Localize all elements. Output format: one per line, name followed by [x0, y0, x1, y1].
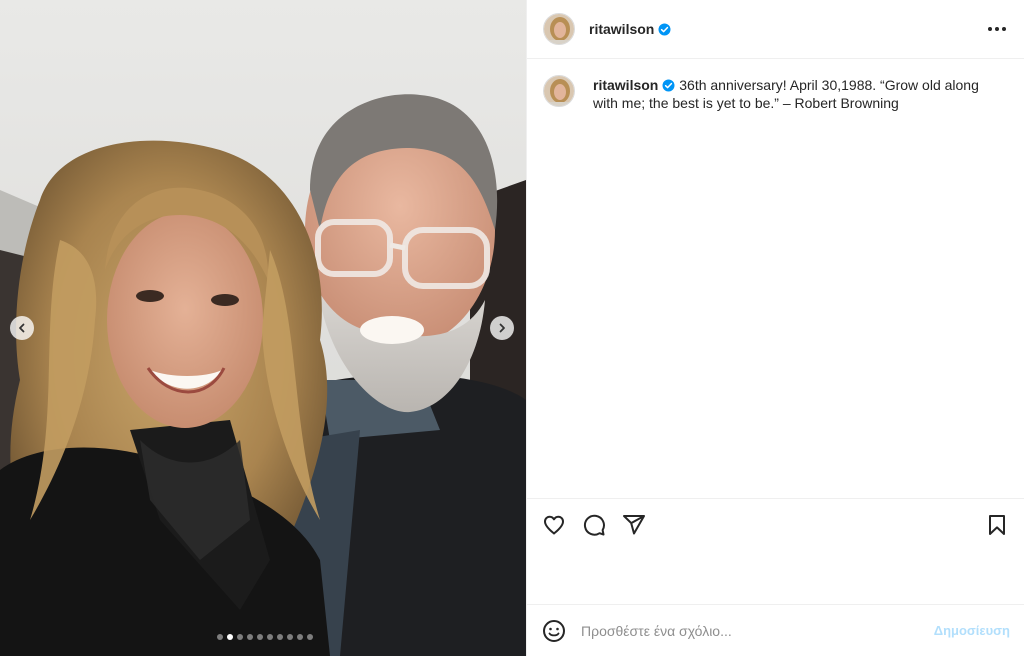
carousel-dot [307, 634, 313, 640]
caption-text: ritawilson 36th anniversary! April 30,19… [593, 76, 993, 112]
caption: ritawilson 36th anniversary! April 30,19… [543, 75, 1008, 112]
username[interactable]: ritawilson [589, 21, 671, 37]
post-comment-button[interactable]: Δημοσίευση [934, 623, 1010, 638]
carousel-dot [277, 634, 283, 640]
post-header: ritawilson [527, 0, 1024, 59]
carousel-dot [247, 634, 253, 640]
comment-icon [583, 514, 605, 536]
caption-username[interactable]: ritawilson [593, 77, 675, 93]
post-photo [0, 0, 526, 656]
previous-slide-button[interactable] [10, 316, 34, 340]
post-media[interactable] [0, 0, 526, 656]
chevron-right-icon [499, 323, 505, 333]
carousel-dot [227, 634, 233, 640]
next-slide-button[interactable] [490, 316, 514, 340]
save-button[interactable] [984, 512, 1010, 538]
emoji-icon [543, 619, 565, 642]
carousel-dot [267, 634, 273, 640]
carousel-indicator [0, 634, 526, 640]
verified-badge-icon [658, 23, 671, 36]
comment-button[interactable] [581, 512, 607, 538]
post-sidebar: ritawilson ritawilson 36th anniversary! … [526, 0, 1024, 656]
carousel-dot [237, 634, 243, 640]
carousel-dot [297, 634, 303, 640]
more-dot [1002, 27, 1006, 31]
post-dialog: ritawilson ritawilson 36th anniversary! … [0, 0, 1024, 656]
more-dot [995, 27, 999, 31]
likes-section [527, 550, 1024, 604]
like-button[interactable] [541, 512, 567, 538]
carousel-dot [217, 634, 223, 640]
verified-badge-icon [662, 79, 675, 92]
add-comment-bar: Δημοσίευση [527, 604, 1024, 656]
share-button[interactable] [621, 512, 647, 538]
heart-icon [544, 515, 564, 534]
carousel-dot [257, 634, 263, 640]
chevron-left-icon [19, 323, 25, 333]
avatar[interactable] [543, 13, 575, 45]
action-bar [527, 498, 1024, 550]
comment-input[interactable] [581, 622, 934, 639]
more-options-button[interactable] [986, 21, 1008, 37]
more-dot [988, 27, 992, 31]
carousel-dot [287, 634, 293, 640]
emoji-button[interactable] [541, 618, 567, 644]
share-icon [623, 514, 645, 534]
caption-avatar[interactable] [543, 75, 575, 107]
bookmark-icon [989, 514, 1005, 535]
comments-area: ritawilson 36th anniversary! April 30,19… [527, 59, 1024, 498]
